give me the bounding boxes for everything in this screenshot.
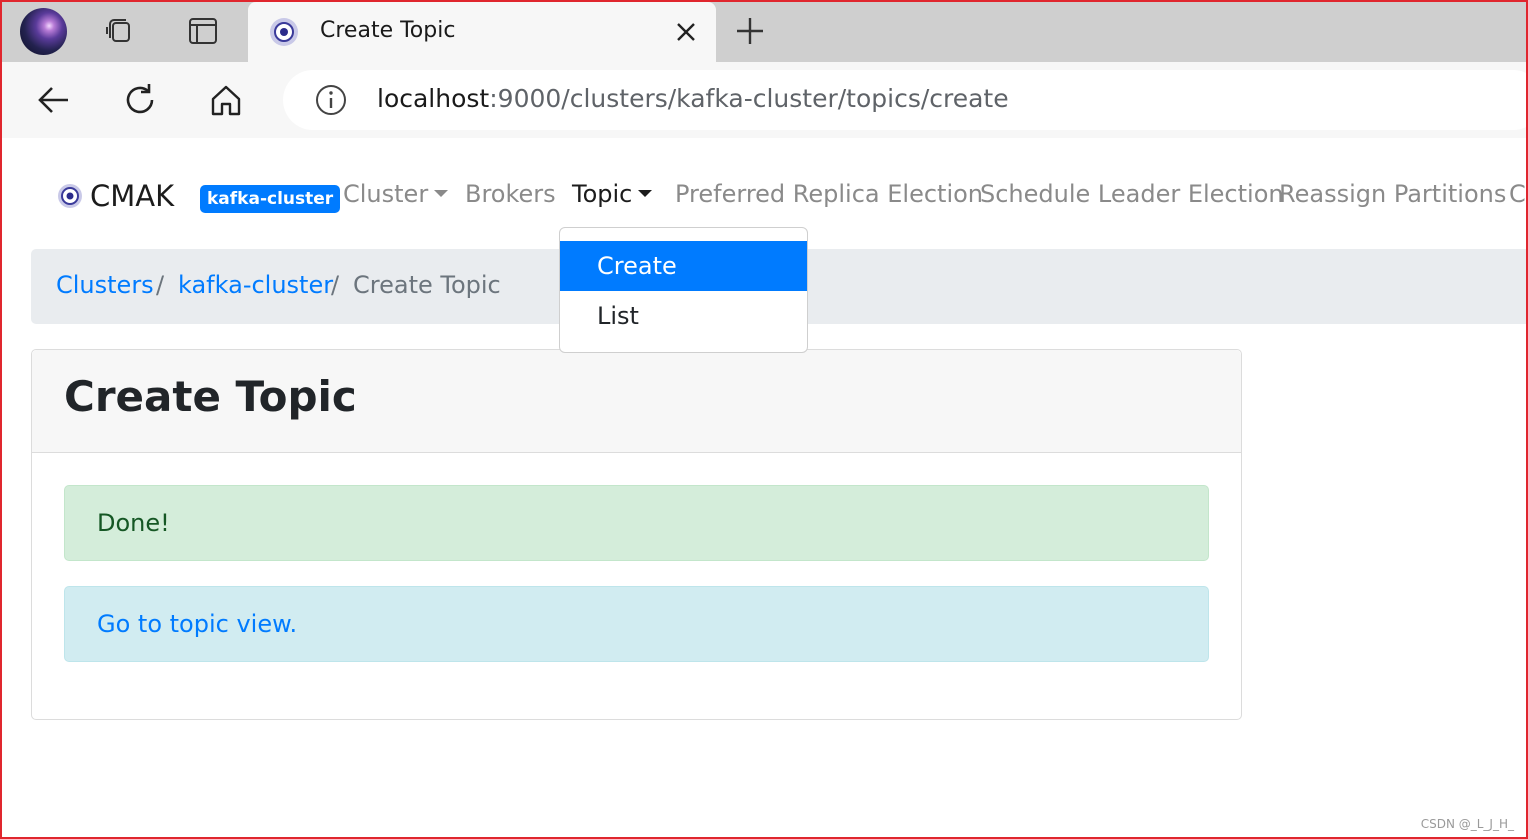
tab-strip: Create Topic: [0, 0, 1528, 62]
brand[interactable]: CMAK: [56, 178, 174, 214]
browser-toolbar: localhost:9000/clusters/kafka-cluster/to…: [0, 62, 1528, 138]
watermark: CSDN @_L_J_H_: [1420, 817, 1514, 831]
nav-topic-label: Topic: [572, 180, 633, 208]
brand-name: CMAK: [90, 179, 175, 213]
tab-title: Create Topic: [320, 18, 456, 43]
nav-reassign-partitions[interactable]: Reassign Partitions: [1279, 180, 1506, 208]
card-header: Create Topic: [32, 350, 1241, 453]
active-tab[interactable]: Create Topic: [248, 2, 716, 62]
info-alert: Go to topic view.: [64, 586, 1209, 662]
page-content: CMAK kafka-cluster Cluster Brokers Topic…: [8, 138, 1528, 839]
url-host: localhost: [377, 84, 490, 113]
breadcrumb-separator: /: [156, 271, 165, 299]
workspaces-icon[interactable]: [103, 14, 137, 48]
nav-consumers[interactable]: Co: [1509, 180, 1528, 208]
url-text[interactable]: localhost:9000/clusters/kafka-cluster/to…: [377, 84, 1009, 113]
navbar: CMAK kafka-cluster Cluster Brokers Topic…: [8, 166, 1528, 224]
topic-view-link[interactable]: Go to topic view.: [97, 610, 297, 638]
breadcrumb-cluster[interactable]: kafka-cluster: [178, 271, 333, 299]
new-tab-icon[interactable]: [733, 14, 767, 48]
menu-item-create[interactable]: Create: [560, 241, 807, 291]
create-topic-card: Create Topic Done! Go to topic view.: [31, 349, 1242, 720]
success-alert: Done!: [64, 485, 1209, 561]
info-icon[interactable]: [315, 84, 347, 116]
reload-icon[interactable]: [122, 82, 158, 118]
cmak-logo-icon: [58, 184, 82, 208]
nav-brokers[interactable]: Brokers: [465, 180, 556, 208]
tab-actions-icon[interactable]: [186, 14, 220, 48]
back-icon[interactable]: [36, 82, 72, 118]
cmak-favicon-icon: [270, 18, 298, 46]
address-bar[interactable]: localhost:9000/clusters/kafka-cluster/to…: [283, 70, 1528, 130]
nav-cluster[interactable]: Cluster: [343, 180, 449, 208]
nav-preferred-replica-election[interactable]: Preferred Replica Election: [675, 180, 983, 208]
home-icon[interactable]: [208, 82, 244, 118]
breadcrumb-current: Create Topic: [353, 271, 501, 299]
caret-down-icon: [638, 190, 653, 197]
nav-schedule-leader-election[interactable]: Schedule Leader Election: [980, 180, 1284, 208]
breadcrumb-clusters[interactable]: Clusters: [56, 271, 154, 299]
caret-down-icon: [434, 190, 449, 197]
profile-avatar[interactable]: [20, 8, 67, 55]
breadcrumb-separator: /: [331, 271, 340, 299]
nav-cluster-label: Cluster: [343, 180, 429, 208]
topic-dropdown-menu: Create List: [559, 227, 808, 353]
menu-item-list[interactable]: List: [560, 291, 807, 341]
close-icon[interactable]: [672, 18, 700, 46]
cluster-badge: kafka-cluster: [200, 185, 341, 213]
page-title: Create Topic: [64, 372, 357, 421]
url-path: :9000/clusters/kafka-cluster/topics/crea…: [489, 84, 1009, 113]
nav-topic[interactable]: Topic: [572, 180, 653, 208]
